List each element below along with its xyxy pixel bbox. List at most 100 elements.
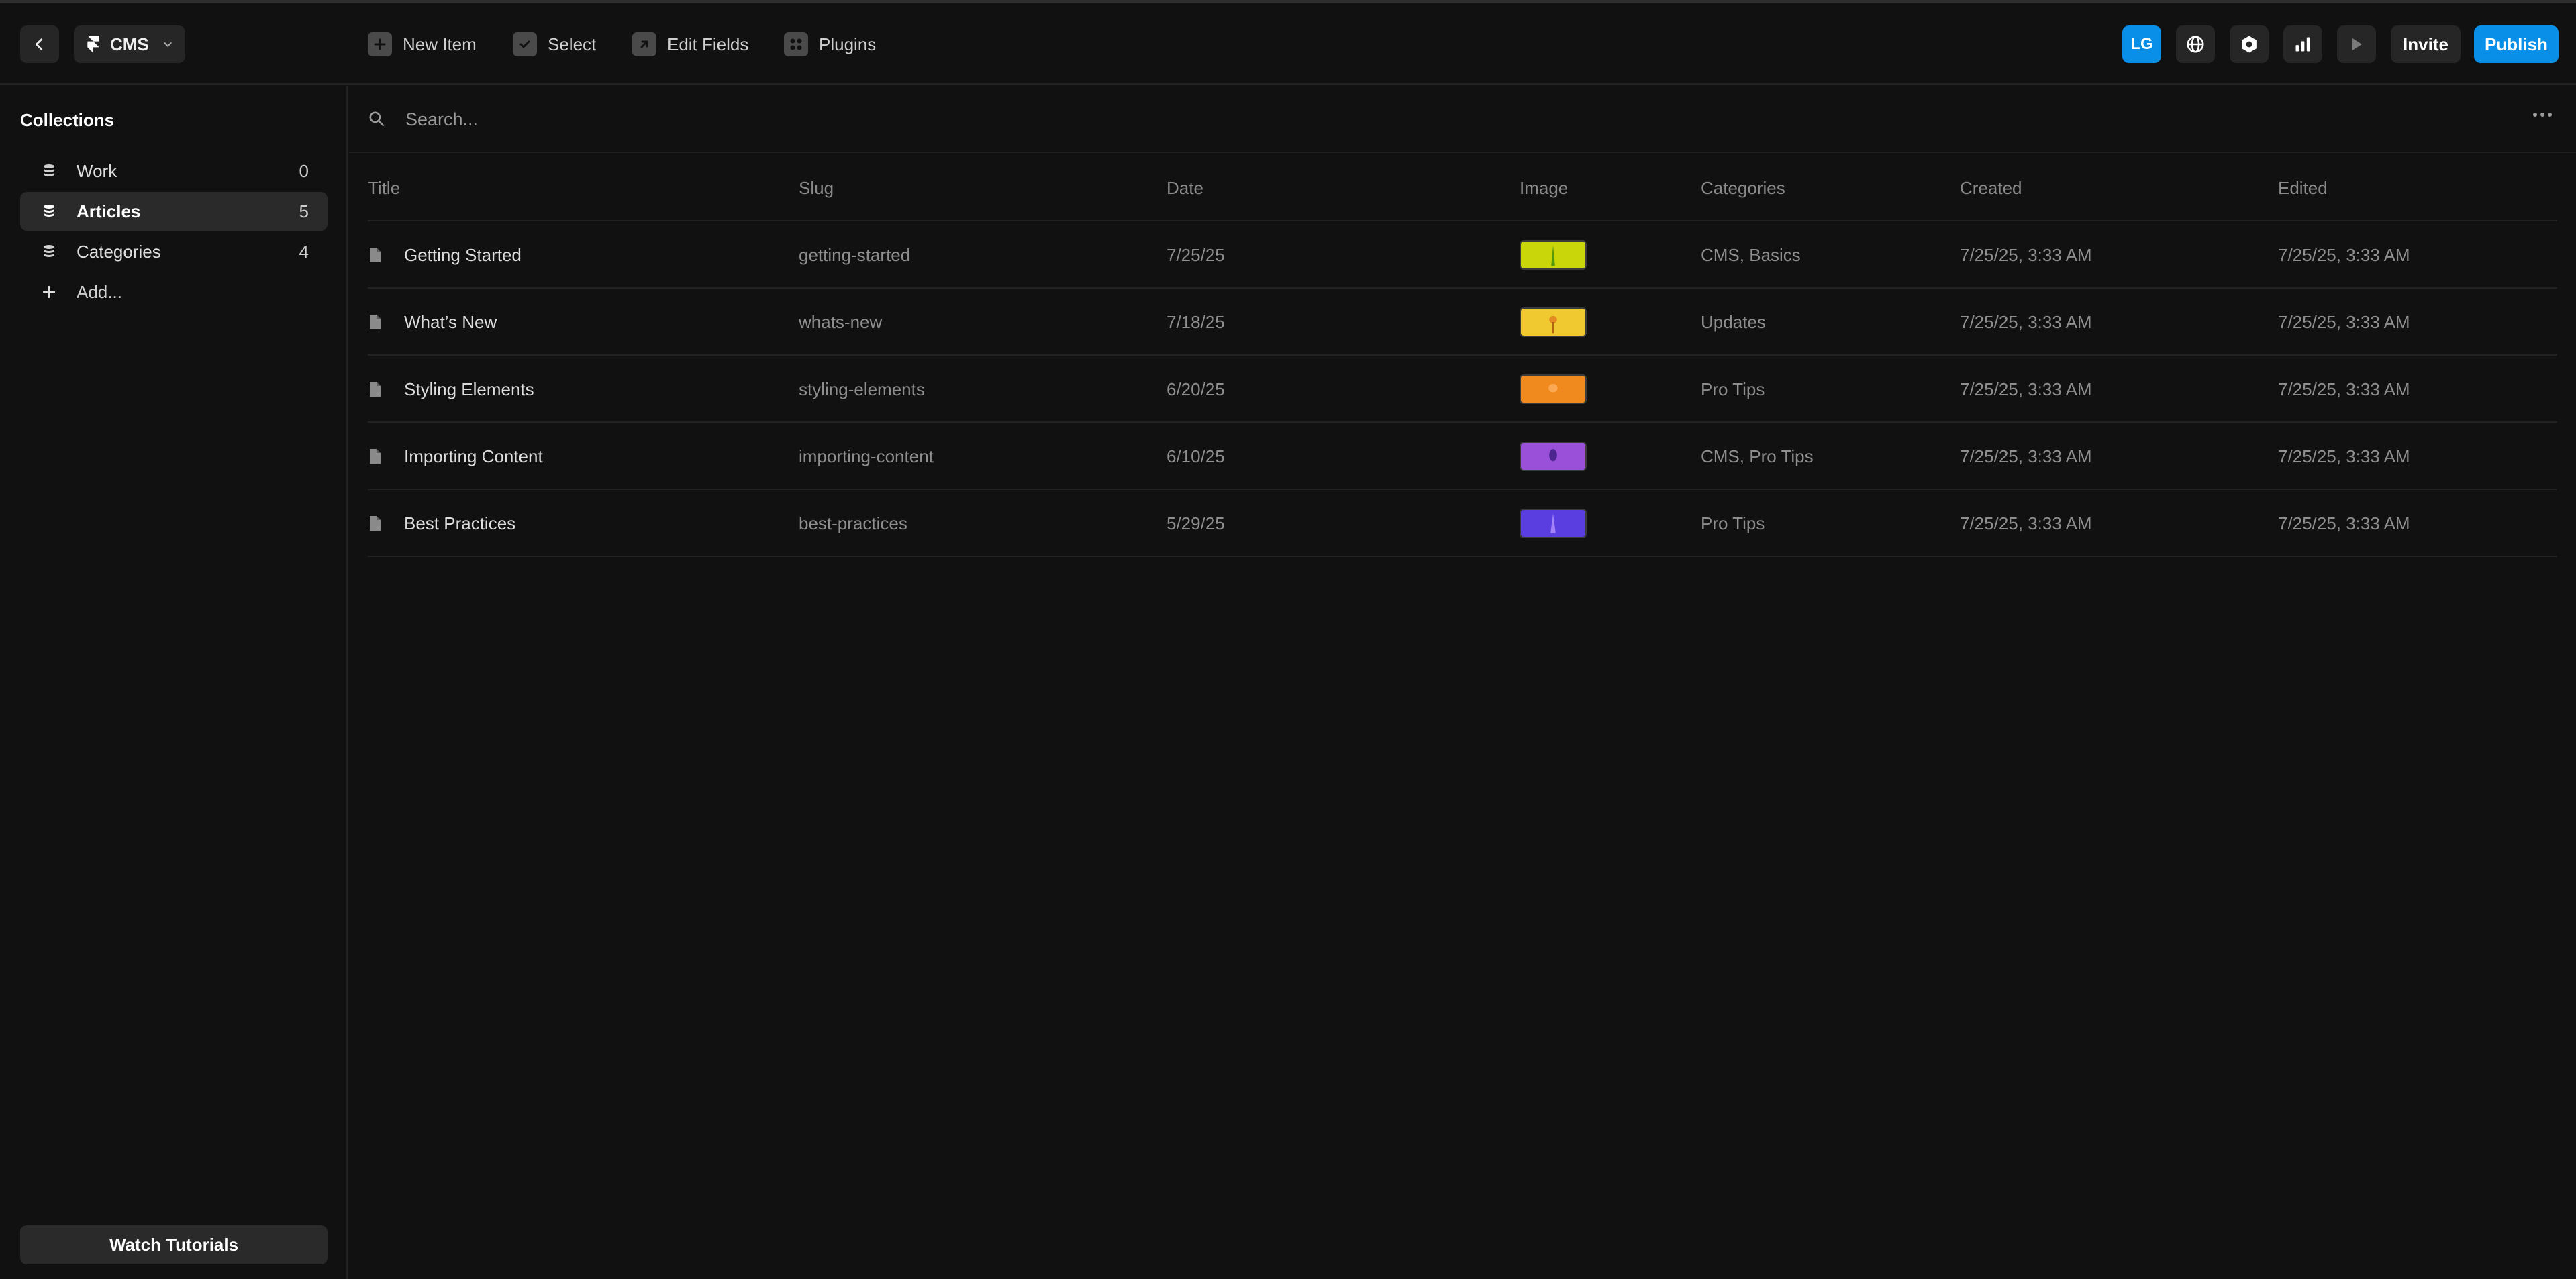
new-item-label: New Item (403, 34, 477, 54)
preview-button[interactable] (2337, 25, 2376, 63)
publish-button[interactable]: Publish (2474, 25, 2559, 63)
image-cell (1520, 289, 1587, 356)
item-count: 5 (299, 201, 309, 221)
sidebar-item-label: Work (77, 160, 117, 181)
row-created: 7/25/25, 3:33 AM (1960, 311, 2092, 332)
row-slug: best-practices (799, 513, 907, 533)
row-slug: styling-elements (799, 378, 925, 399)
row-edited: 7/25/25, 3:33 AM (2278, 244, 2410, 265)
analytics-button[interactable] (2283, 25, 2322, 63)
chevron-down-icon (164, 42, 172, 48)
row-created: 7/25/25, 3:33 AM (1960, 378, 2092, 399)
more-options-button[interactable] (2533, 113, 2552, 117)
image-cell (1520, 356, 1587, 423)
image-thumbnail (1520, 509, 1587, 538)
row-created: 7/25/25, 3:33 AM (1960, 513, 2092, 533)
plugins-button[interactable]: Plugins (784, 31, 876, 58)
table-row[interactable]: Importing Content importing-content 6/10… (368, 423, 2557, 490)
invite-button[interactable]: Invite (2391, 25, 2461, 63)
dot-icon (2540, 113, 2544, 117)
row-title: Best Practices (404, 513, 516, 533)
row-date: 6/20/25 (1167, 378, 1225, 399)
collections-heading: Collections (20, 110, 115, 130)
dot-icon (2548, 113, 2552, 117)
search-input[interactable] (405, 103, 2419, 136)
add-label: Add... (77, 281, 122, 302)
row-slug: whats-new (799, 311, 883, 332)
row-title: Styling Elements (404, 378, 534, 399)
sidebar-item-label: Categories (77, 241, 161, 262)
item-count: 0 (299, 160, 309, 181)
row-slug: getting-started (799, 244, 911, 265)
edit-fields-button[interactable]: Edit Fields (632, 31, 748, 58)
image-cell (1520, 221, 1587, 289)
row-date: 6/10/25 (1167, 446, 1225, 466)
document-icon (368, 381, 383, 397)
row-title: Getting Started (404, 244, 522, 265)
bar-chart-icon (2295, 37, 2310, 52)
column-header-slug[interactable]: Slug (799, 154, 834, 221)
image-cell (1520, 490, 1587, 557)
image-thumbnail (1520, 442, 1587, 471)
arrow-up-right-icon (632, 32, 656, 56)
select-button[interactable]: Select (513, 31, 596, 58)
table-row[interactable]: Best Practices best-practices 5/29/25 Pr… (368, 490, 2557, 557)
row-title: Importing Content (404, 446, 543, 466)
row-edited: 7/25/25, 3:33 AM (2278, 513, 2410, 533)
image-cell (1520, 423, 1587, 490)
framer-logo-icon (87, 36, 99, 53)
column-header-date[interactable]: Date (1167, 154, 1203, 221)
collections-sidebar: Collections Work 0 Articles 5 Categories… (0, 86, 348, 1279)
project-name: CMS (110, 34, 149, 54)
row-created: 7/25/25, 3:33 AM (1960, 244, 2092, 265)
table-row[interactable]: Getting Started getting-started 7/25/25 … (368, 221, 2557, 289)
column-header-created[interactable]: Created (1960, 154, 2022, 221)
dot-icon (2533, 113, 2537, 117)
cms-app: CMS New Item Select Edit Fields Plugins … (0, 0, 2576, 1279)
document-icon (368, 247, 383, 263)
new-item-button[interactable]: New Item (368, 31, 477, 58)
row-categories: Pro Tips (1701, 513, 1765, 533)
row-categories: Pro Tips (1701, 378, 1765, 399)
table-row[interactable]: What’s New whats-new 7/18/25 Updates 7/2… (368, 289, 2557, 356)
plugins-label: Plugins (819, 34, 877, 54)
sidebar-item-categories[interactable]: Categories 4 (20, 232, 328, 271)
row-created: 7/25/25, 3:33 AM (1960, 446, 2092, 466)
title-cell: Getting Started (368, 221, 522, 289)
database-icon (40, 243, 58, 260)
database-icon (40, 203, 58, 220)
sidebar-item-label: Articles (77, 201, 141, 221)
column-header-title[interactable]: Title (368, 154, 400, 221)
row-slug: importing-content (799, 446, 934, 466)
articles-table: Title Slug Date Image Categories Created… (349, 154, 2557, 557)
plus-icon (40, 283, 58, 301)
row-edited: 7/25/25, 3:33 AM (2278, 378, 2410, 399)
sidebar-item-articles[interactable]: Articles 5 (20, 192, 328, 231)
globe-icon (2187, 36, 2204, 53)
table-row[interactable]: Styling Elements styling-elements 6/20/2… (368, 356, 2557, 423)
image-thumbnail (1520, 307, 1587, 337)
sidebar-item-work[interactable]: Work 0 (20, 152, 328, 191)
settings-button[interactable] (2230, 25, 2269, 63)
row-edited: 7/25/25, 3:33 AM (2278, 311, 2410, 332)
add-collection-button[interactable]: Add... (20, 272, 328, 311)
watch-tutorials-button[interactable]: Watch Tutorials (20, 1225, 328, 1264)
user-avatar[interactable]: LG (2122, 25, 2161, 63)
column-header-edited[interactable]: Edited (2278, 154, 2328, 221)
title-cell: Best Practices (368, 490, 515, 557)
edit-fields-label: Edit Fields (667, 34, 749, 54)
row-categories: CMS, Basics (1701, 244, 1801, 265)
search-bar (349, 86, 2576, 153)
database-icon (40, 162, 58, 180)
search-icon (369, 111, 385, 127)
select-label: Select (548, 34, 597, 54)
back-button[interactable] (20, 25, 59, 63)
globe-button[interactable] (2176, 25, 2215, 63)
column-header-categories[interactable]: Categories (1701, 154, 1785, 221)
plugins-grid-icon (784, 32, 808, 56)
table-header-row: Title Slug Date Image Categories Created… (368, 154, 2557, 221)
column-header-image[interactable]: Image (1520, 154, 1568, 221)
checkmark-icon (513, 32, 537, 56)
project-switcher[interactable]: CMS (74, 25, 185, 63)
title-cell: Importing Content (368, 423, 543, 490)
